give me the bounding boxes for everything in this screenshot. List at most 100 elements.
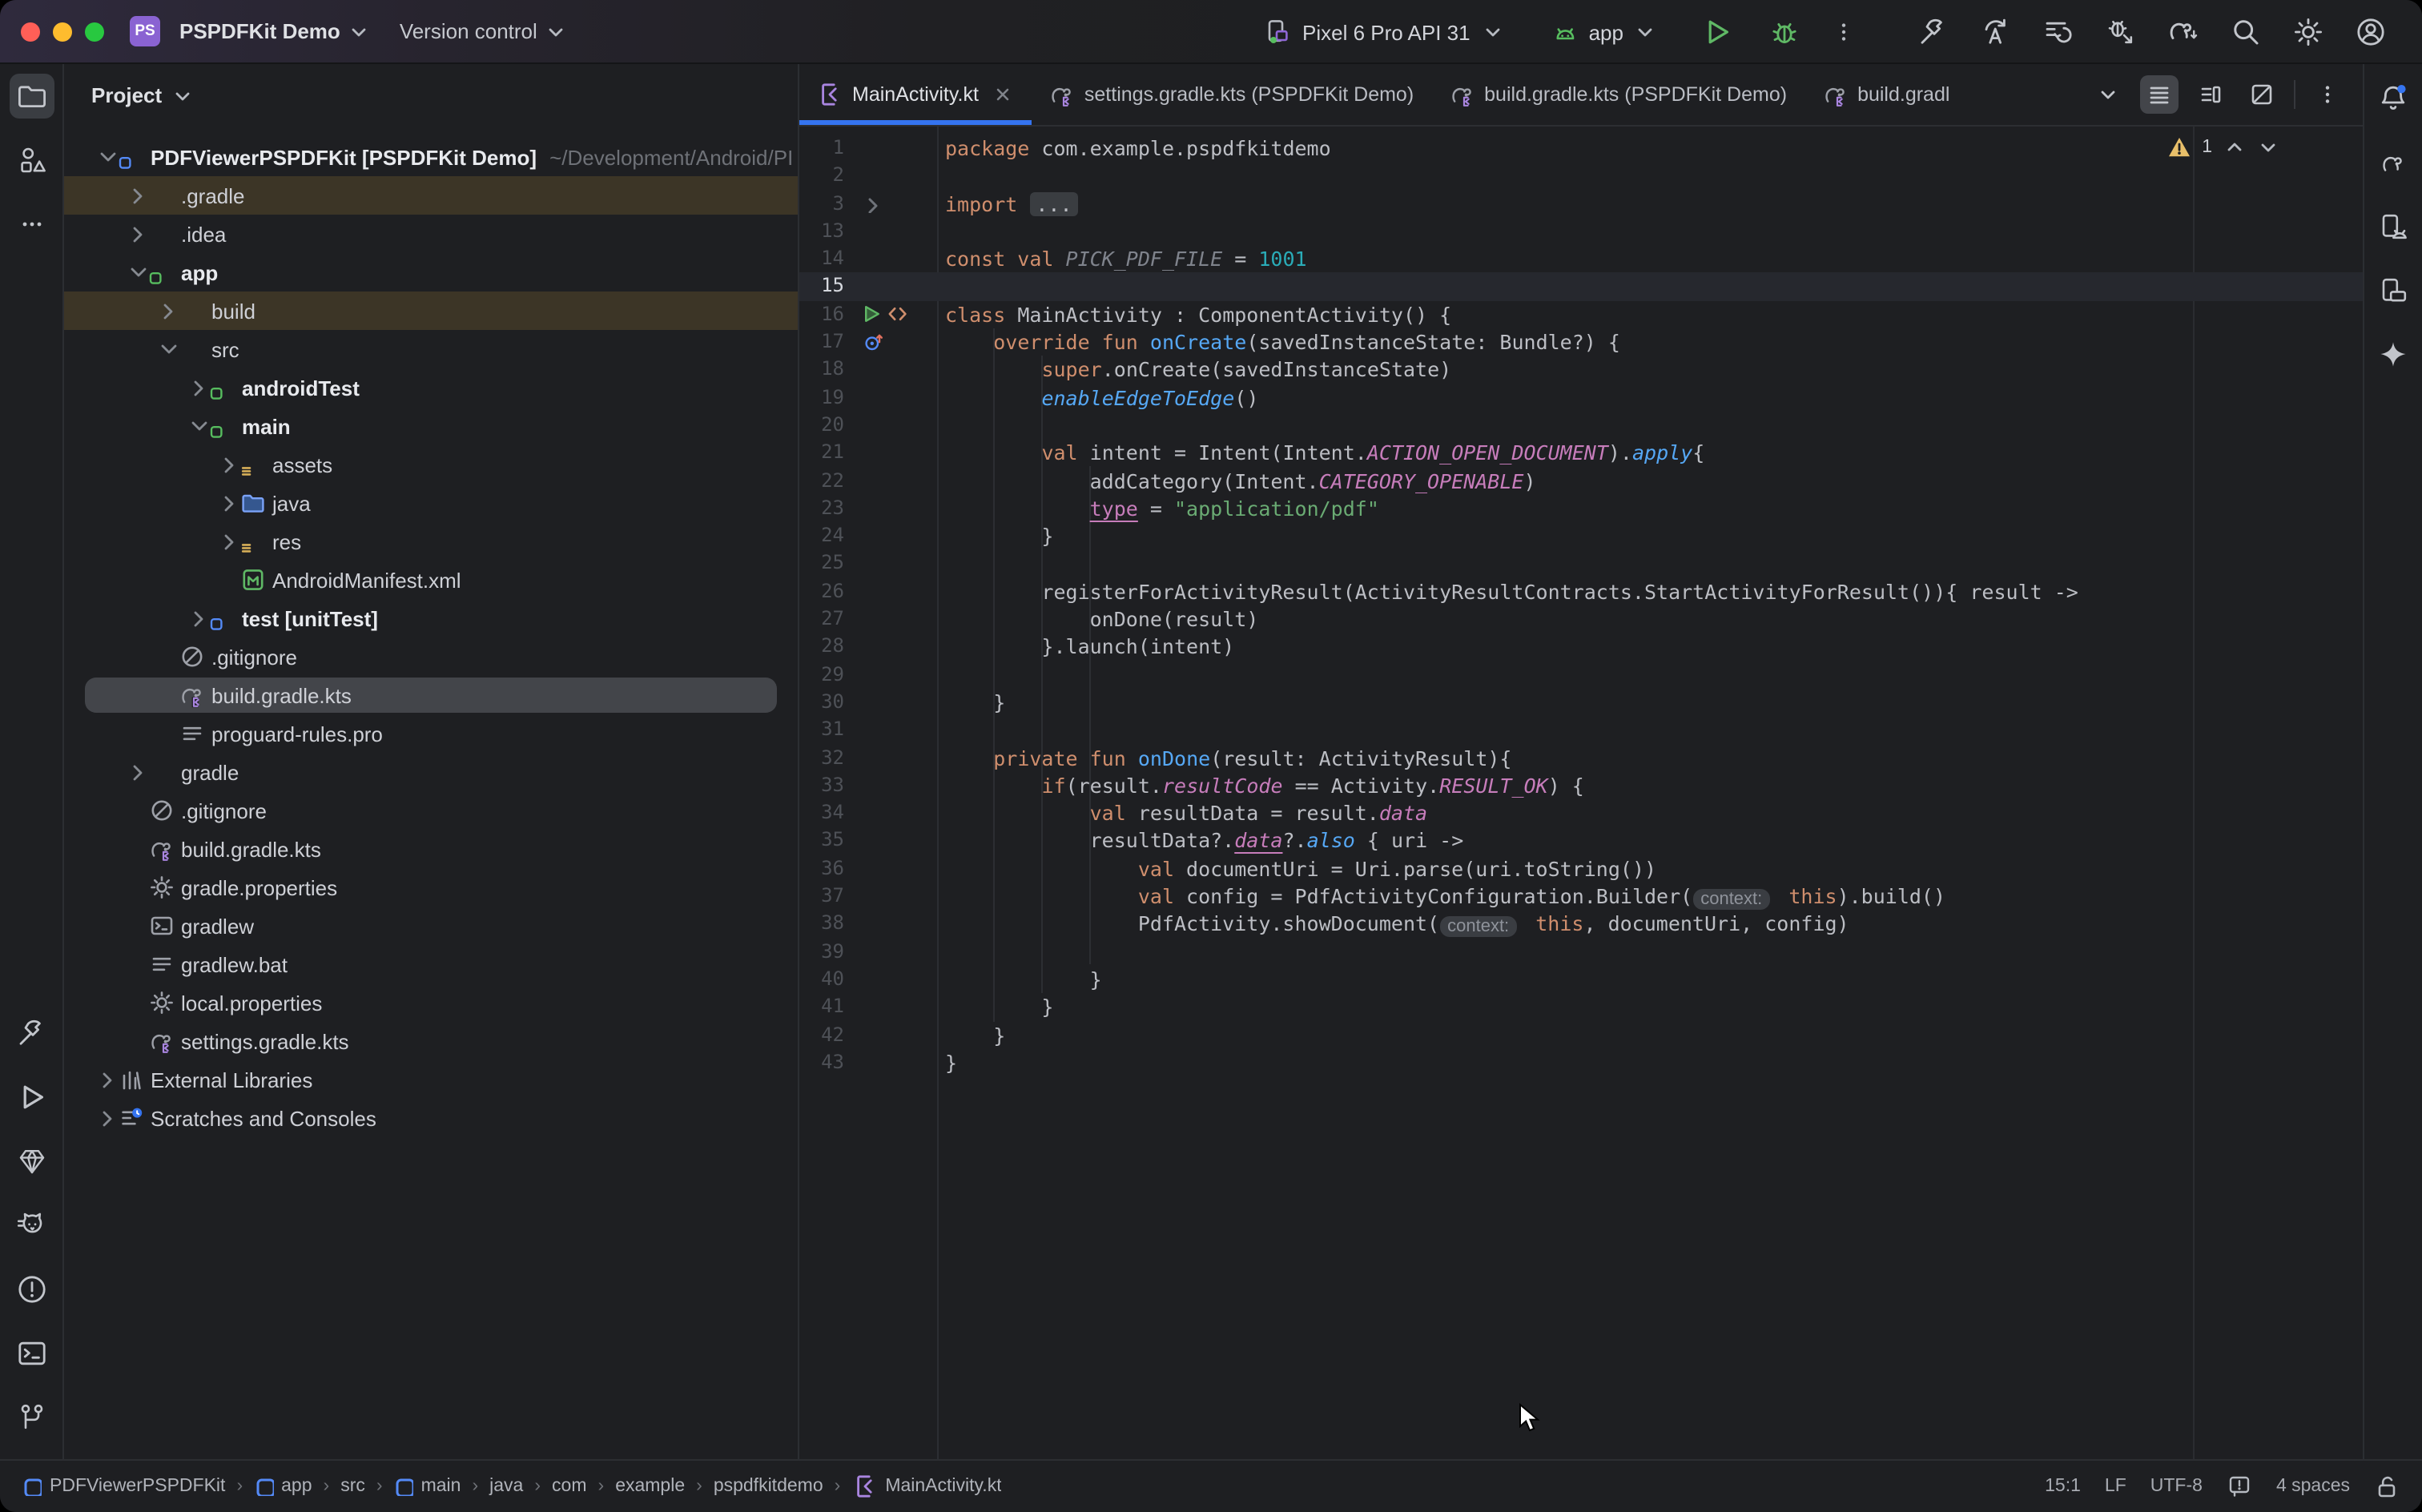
run-gutter-icon[interactable] bbox=[862, 305, 881, 324]
chevron-right-icon[interactable] bbox=[218, 453, 240, 476]
previous-problem-icon[interactable] bbox=[2223, 136, 2246, 159]
tree-item-gradlew-bat-21[interactable]: gradlew.bat bbox=[64, 945, 798, 983]
chevron-down-icon[interactable] bbox=[1635, 21, 1657, 43]
tree-item-scratches-and-consoles-25[interactable]: Scratches and Consoles bbox=[64, 1099, 798, 1137]
code-line-30[interactable]: 30 } bbox=[799, 689, 2363, 717]
gradle-sync-icon[interactable] bbox=[2167, 15, 2199, 47]
editor-list-icon[interactable] bbox=[2140, 75, 2179, 114]
tree-item-settings-gradle-kts-23[interactable]: settings.gradle.kts bbox=[64, 1022, 798, 1060]
chevron-right-icon[interactable] bbox=[218, 492, 240, 514]
tree-item-gradle-1[interactable]: M1.8 5v7.3c0 .55.45 1 1 1h10.4c.55 0 1-.… bbox=[64, 176, 798, 215]
code-line-2[interactable]: 2 bbox=[799, 163, 2363, 191]
fold-chevron-icon[interactable] bbox=[862, 194, 881, 213]
code-line-14[interactable]: 14const val PICK_PDF_FILE = 1001 bbox=[799, 245, 2363, 273]
close-window-button[interactable] bbox=[21, 22, 40, 41]
code-line-17[interactable]: 17 override fun onCreate(savedInstanceSt… bbox=[799, 328, 2363, 356]
maximize-window-button[interactable] bbox=[85, 22, 104, 41]
chevron-right-icon[interactable] bbox=[187, 607, 210, 629]
app-quality-insights-tool-icon[interactable] bbox=[9, 1139, 54, 1184]
project-panel-title[interactable]: Project bbox=[91, 83, 162, 107]
chevron-right-icon[interactable] bbox=[127, 223, 149, 245]
project-tool-icon[interactable] bbox=[9, 74, 54, 119]
tree-item-build-4[interactable]: M1.8 5v7.3c0 .55.45 1 1 1h10.4c.55 0 1-.… bbox=[64, 292, 798, 330]
run-button[interactable] bbox=[1702, 16, 1734, 48]
tab-build-gradl[interactable]: build.gradl bbox=[1804, 64, 1967, 125]
code-line-40[interactable]: 40 } bbox=[799, 966, 2363, 994]
code-line-20[interactable]: 20 bbox=[799, 412, 2363, 440]
tab-settings-gradle-kts-pspdfkit-demo[interactable]: settings.gradle.kts (PSPDFKit Demo) bbox=[1032, 64, 1431, 125]
hidden-tabs-icon[interactable] bbox=[2089, 75, 2127, 114]
code-line-36[interactable]: 36 val documentUri = Uri.parse(uri.toStr… bbox=[799, 855, 2363, 883]
build-analyzer-icon[interactable] bbox=[2042, 15, 2074, 47]
code-line-19[interactable]: 19 enableEdgeToEdge() bbox=[799, 384, 2363, 412]
preview-toggle-icon[interactable] bbox=[2243, 75, 2281, 114]
chevron-right-icon[interactable] bbox=[157, 300, 179, 322]
chevron-right-icon[interactable] bbox=[127, 761, 149, 783]
code-line-39[interactable]: 39 bbox=[799, 938, 2363, 966]
chevron-right-icon[interactable] bbox=[96, 1107, 119, 1129]
code-line-16[interactable]: 16class MainActivity : ComponentActivity… bbox=[799, 301, 2363, 329]
tree-item-external-libraries-24[interactable]: External Libraries bbox=[64, 1060, 798, 1099]
run-tool-icon[interactable] bbox=[9, 1075, 54, 1120]
code-line-37[interactable]: 37 val config = PdfActivityConfiguration… bbox=[799, 883, 2363, 911]
tree-item-local-properties-22[interactable]: local.properties bbox=[64, 983, 798, 1022]
unlock-icon[interactable] bbox=[2374, 1474, 2400, 1499]
code-line-31[interactable]: 31 bbox=[799, 716, 2363, 744]
search-everywhere-icon[interactable] bbox=[2230, 15, 2262, 47]
chevron-down-icon[interactable] bbox=[96, 146, 119, 168]
build-icon[interactable] bbox=[1917, 15, 1949, 47]
tree-item-pdfviewerpspdfkit-pspdfkit-demo-0[interactable]: M1.8 5v7.3c0 .55.45 1 1 1h10.4c.55 0 1-.… bbox=[64, 138, 798, 176]
tree-item-build-gradle-kts-14[interactable]: build.gradle.kts bbox=[64, 676, 798, 714]
tab-mainactivity-kt[interactable]: MainActivity.kt bbox=[799, 64, 1032, 125]
code-line-23[interactable]: 23 type = "application/pdf" bbox=[799, 495, 2363, 523]
tree-item-gradle-16[interactable]: M1.8 5v7.3c0 .55.45 1 1 1h10.4c.55 0 1-.… bbox=[64, 753, 798, 791]
tree-item-androidmanifest-xml-11[interactable]: AndroidManifest.xml bbox=[64, 561, 798, 599]
tree-item-gitignore-13[interactable]: .gitignore bbox=[64, 637, 798, 676]
code-line-26[interactable]: 26 registerForActivityResult(ActivityRes… bbox=[799, 578, 2363, 606]
related-symbol-gutter-icon[interactable] bbox=[886, 304, 908, 326]
tree-item-idea-2[interactable]: M1.8 5v7.3c0 .55.45 1 1 1h10.4c.55 0 1-.… bbox=[64, 215, 798, 253]
encoding[interactable]: UTF-8 bbox=[2150, 1477, 2203, 1496]
override-gutter-icon[interactable] bbox=[862, 330, 886, 354]
code-line-3[interactable]: 3import ... bbox=[799, 190, 2363, 218]
build-tool-icon[interactable] bbox=[9, 1011, 54, 1056]
code-line-27[interactable]: 27 onDone(result) bbox=[799, 605, 2363, 633]
tree-item-gradle-properties-19[interactable]: gradle.properties bbox=[64, 868, 798, 907]
tab-build-gradle-kts-pspdfkit-demo[interactable]: build.gradle.kts (PSPDFKit Demo) bbox=[1431, 64, 1804, 125]
code-line-42[interactable]: 42 } bbox=[799, 1021, 2363, 1049]
gemini-tool-icon[interactable] bbox=[2371, 333, 2416, 378]
apply-changes-icon[interactable] bbox=[1980, 15, 2012, 47]
tree-item-app-3[interactable]: M1.8 5v7.3c0 .55.45 1 1 1h10.4c.55 0 1-.… bbox=[64, 253, 798, 292]
run-configuration-selector[interactable]: app bbox=[1589, 20, 1623, 44]
tree-item-test-unittest-12[interactable]: M1.8 5v7.3c0 .55.45 1 1 1h10.4c.55 0 1-.… bbox=[64, 599, 798, 637]
chevron-down-icon[interactable] bbox=[127, 261, 149, 284]
code-line-21[interactable]: 21 val intent = Intent(Intent.ACTION_OPE… bbox=[799, 440, 2363, 468]
inspections-widget[interactable]: 1 bbox=[2167, 136, 2279, 159]
tree-item-main-7[interactable]: M1.8 5v7.3c0 .55.45 1 1 1h10.4c.55 0 1-.… bbox=[64, 407, 798, 445]
tree-item-gitignore-17[interactable]: .gitignore bbox=[64, 791, 798, 830]
tree-item-src-5[interactable]: M1.8 5v7.3c0 .55.45 1 1 1h10.4c.55 0 1-.… bbox=[64, 330, 798, 368]
more-run-options-icon[interactable] bbox=[1833, 21, 1856, 43]
code-line-22[interactable]: 22 addCategory(Intent.CATEGORY_OPENABLE) bbox=[799, 467, 2363, 495]
code-line-15[interactable]: 15 bbox=[799, 273, 2363, 301]
code-line-43[interactable]: 43} bbox=[799, 1049, 2363, 1077]
code-line-32[interactable]: 32 private fun onDone(result: ActivityRe… bbox=[799, 744, 2363, 772]
chevron-down-icon[interactable] bbox=[171, 84, 194, 107]
indent-setting[interactable]: 4 spaces bbox=[2276, 1477, 2350, 1496]
debug-button[interactable] bbox=[1769, 16, 1801, 48]
breadcrumb-item-app[interactable]: app bbox=[254, 1477, 312, 1496]
next-problem-icon[interactable] bbox=[2257, 136, 2279, 159]
device-manager-tool-icon[interactable] bbox=[2371, 205, 2416, 250]
editor-more-icon[interactable] bbox=[2308, 75, 2347, 114]
breadcrumb-item-main[interactable]: main bbox=[394, 1477, 461, 1496]
structure-tool-icon[interactable] bbox=[9, 138, 54, 183]
code-line-1[interactable]: 1package com.example.pspdfkitdemo bbox=[799, 135, 2363, 163]
more-tool-windows-icon[interactable] bbox=[9, 202, 54, 247]
chevron-right-icon[interactable] bbox=[187, 376, 210, 399]
chevron-right-icon[interactable] bbox=[218, 530, 240, 553]
line-ending[interactable]: LF bbox=[2105, 1477, 2126, 1496]
code-line-13[interactable]: 13 bbox=[799, 218, 2363, 246]
tree-item-androidtest-6[interactable]: M1.8 5v7.3c0 .55.45 1 1 1h10.4c.55 0 1-.… bbox=[64, 368, 798, 407]
breadcrumb-item-pspdfkitdemo[interactable]: pspdfkitdemo bbox=[714, 1477, 823, 1496]
problems-tool-icon[interactable] bbox=[9, 1267, 54, 1312]
